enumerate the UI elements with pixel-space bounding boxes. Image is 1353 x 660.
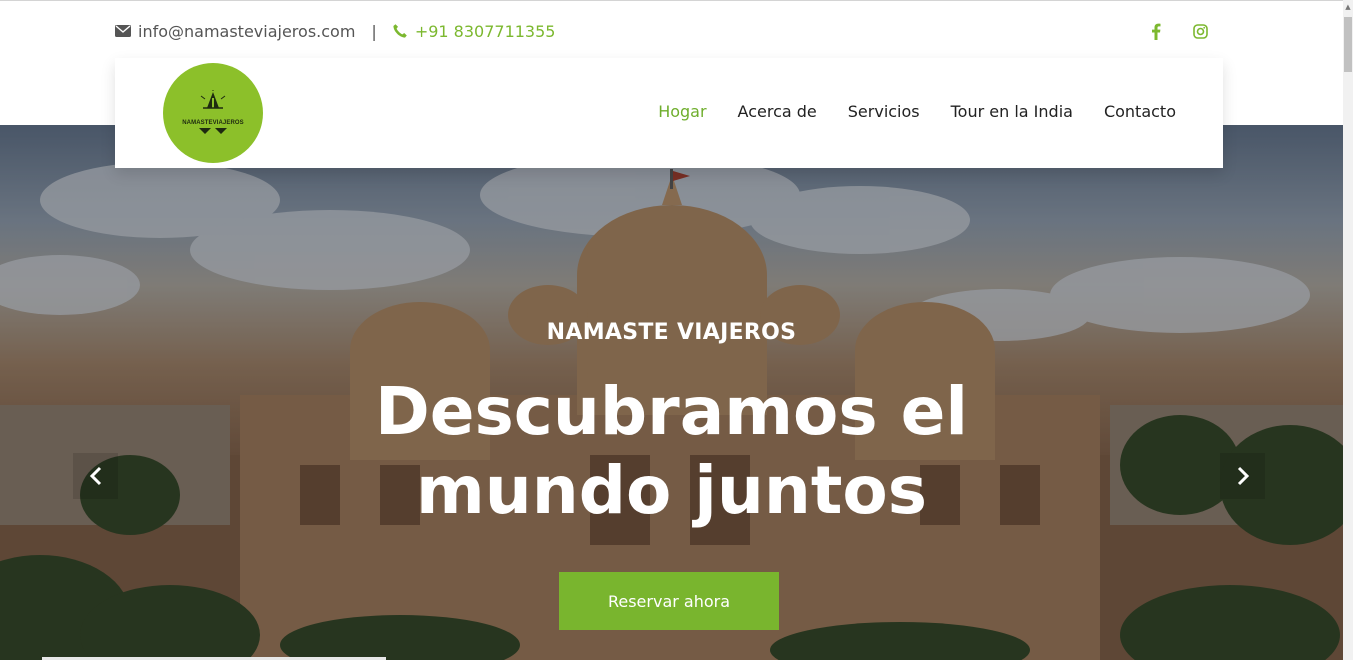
hero-title-line-1: Descubramos el — [374, 373, 969, 450]
nav-item-hogar[interactable]: Hogar — [658, 102, 706, 121]
slider-prev-button[interactable] — [73, 453, 118, 499]
scrollbar-thumb[interactable] — [1344, 17, 1352, 72]
site-logo[interactable]: NAMASTEVIAJEROS — [163, 63, 263, 163]
scrollbar[interactable]: ▲ — [1343, 0, 1353, 660]
contact-info: info@namasteviajeros.com | +91 830771135… — [114, 21, 555, 41]
hero-title: Descubramos el mundo juntos — [0, 372, 1343, 530]
facebook-icon[interactable] — [1147, 21, 1165, 41]
chevron-left-icon — [89, 466, 101, 486]
nav-item-contacto[interactable]: Contacto — [1104, 102, 1176, 121]
hero-subtitle: NAMASTE VIAJEROS — [546, 320, 797, 345]
temple-logo-icon — [200, 90, 226, 109]
main-nav: Hogar Acerca de Servicios Tour en la Ind… — [658, 102, 1176, 121]
hero-title-line-2: mundo juntos — [415, 452, 928, 529]
chevron-right-icon — [1237, 466, 1249, 486]
navbar: NAMASTEVIAJEROS Hogar Acerca de Servicio… — [115, 58, 1223, 168]
nav-item-tour-en-la-india[interactable]: Tour en la India — [951, 102, 1073, 121]
scroll-up-icon[interactable]: ▲ — [1344, 2, 1352, 12]
hands-logo-icon — [199, 128, 227, 134]
envelope-icon — [114, 22, 132, 40]
nav-item-servicios[interactable]: Servicios — [848, 102, 920, 121]
instagram-icon[interactable] — [1191, 21, 1209, 41]
email-link[interactable]: info@namasteviajeros.com — [138, 22, 355, 41]
separator: | — [371, 21, 377, 41]
phone-icon — [391, 22, 409, 40]
nav-item-acerca-de[interactable]: Acerca de — [738, 102, 817, 121]
social-links — [1147, 21, 1209, 41]
book-now-button[interactable]: Reservar ahora — [559, 572, 779, 630]
phone-link[interactable]: +91 8307711355 — [415, 22, 556, 41]
slider-next-button[interactable] — [1220, 453, 1265, 499]
